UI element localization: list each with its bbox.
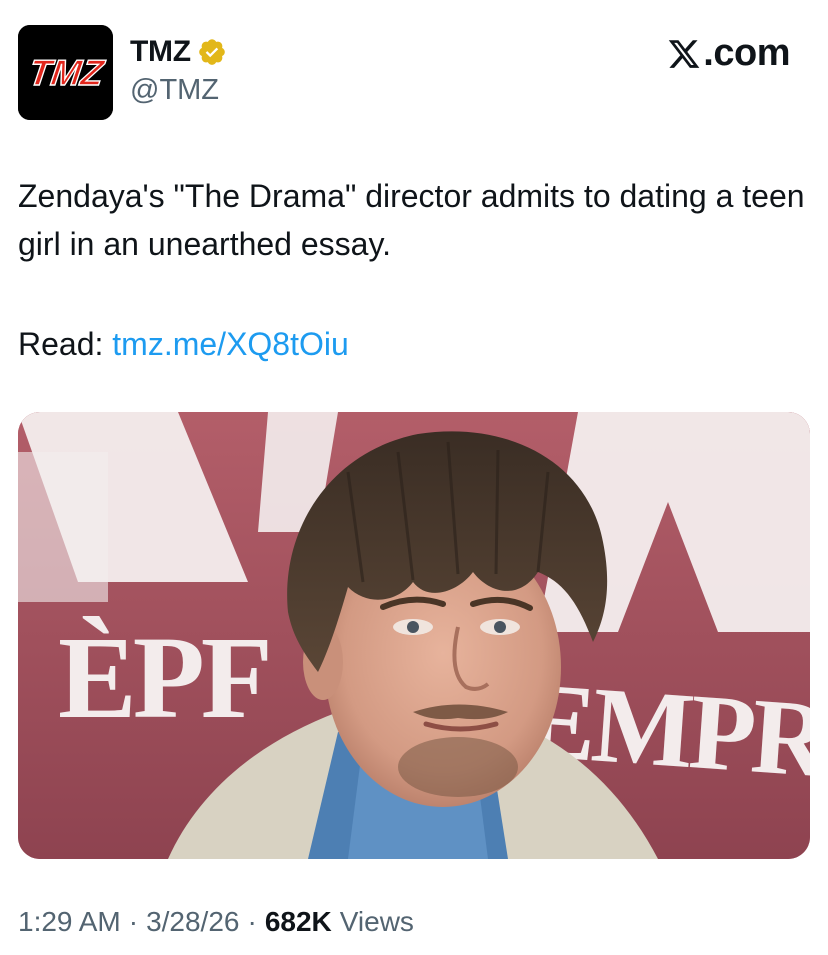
read-label: Read: — [18, 326, 104, 362]
meta-separator: · — [128, 906, 139, 937]
x-logo-icon — [667, 36, 701, 72]
views-label: Views — [339, 906, 414, 937]
author-name-row: TMZ — [130, 33, 227, 71]
tweet-date[interactable]: 3/28/26 — [146, 906, 239, 938]
author-handle[interactable]: @TMZ — [130, 74, 219, 107]
tweet-meta: 1:29 AM · 3/28/26 · 682K Views — [18, 906, 414, 938]
backdrop-text-left: ÈPF — [58, 612, 269, 743]
photo-illustration: ÈPF EMPR — [18, 412, 810, 859]
meta-separator: · — [247, 906, 257, 937]
platform-brand: .com — [667, 32, 790, 75]
platform-label: .com — [703, 32, 790, 74]
views-count: 682K — [264, 906, 332, 937]
read-line: Read: tmz.me/XQ8tOiu — [18, 320, 349, 368]
avatar[interactable]: TMZ — [18, 25, 113, 120]
verified-badge-icon — [197, 37, 227, 67]
tmz-logo: TMZ — [18, 25, 113, 120]
avatar-text: TMZ — [26, 52, 108, 93]
tweet-time[interactable]: 1:29 AM — [18, 906, 121, 938]
tweet-text: Zendaya's "The Drama" director admits to… — [18, 178, 805, 262]
tweet-photo[interactable]: ÈPF EMPR — [18, 412, 810, 859]
display-name[interactable]: TMZ — [130, 35, 191, 69]
tweet-link[interactable]: tmz.me/XQ8tOiu — [112, 326, 349, 362]
